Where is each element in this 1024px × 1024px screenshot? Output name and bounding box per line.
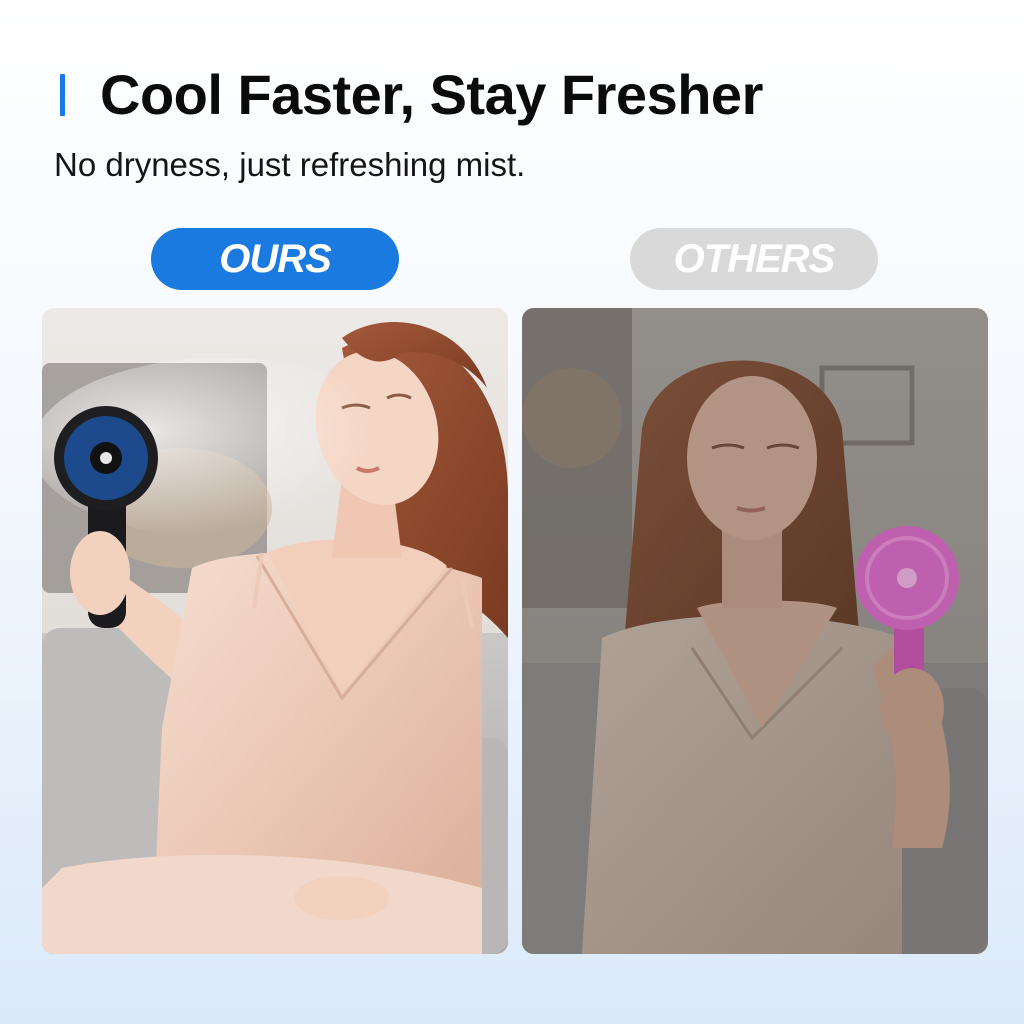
others-photo: [522, 308, 988, 954]
ours-photo-illustration: [42, 308, 508, 954]
ours-badge: OURS: [151, 228, 399, 290]
ours-label: OURS: [219, 236, 332, 281]
page-subtitle: No dryness, just refreshing mist.: [54, 146, 526, 183]
page-title: Cool Faster, Stay Fresher: [100, 63, 763, 126]
others-label: OTHERS: [673, 236, 836, 281]
ours-photo: [42, 308, 508, 954]
others-badge: OTHERS: [630, 228, 878, 290]
others-dim-overlay: [522, 308, 988, 954]
title-accent-bar: [60, 74, 65, 116]
